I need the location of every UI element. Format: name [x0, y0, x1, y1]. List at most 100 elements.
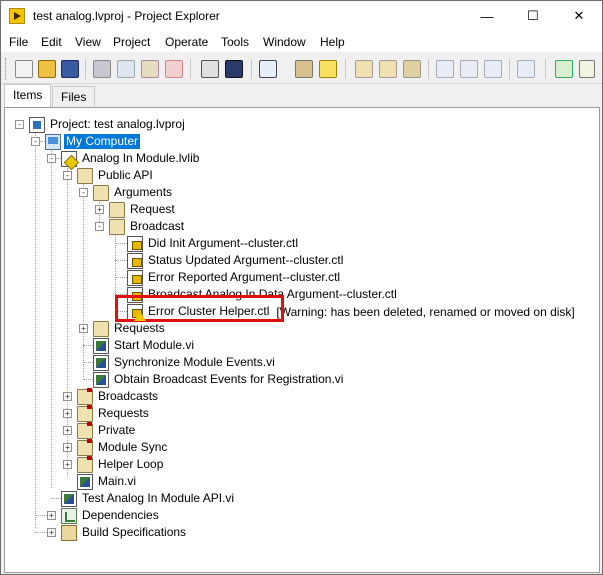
- folder-flag-icon: [77, 438, 93, 456]
- control-icon: [127, 235, 143, 252]
- expander-build-specs[interactable]: +: [47, 528, 56, 537]
- undo-icon[interactable]: [436, 60, 454, 78]
- delete-icon[interactable]: [165, 60, 183, 78]
- cut-icon[interactable]: [93, 60, 111, 78]
- menu-project[interactable]: Project: [113, 35, 150, 49]
- tree-item-status-updated[interactable]: Status Updated Argument--cluster.ctl: [127, 252, 345, 269]
- expander-requests-2[interactable]: +: [63, 409, 72, 418]
- expander-arguments[interactable]: -: [79, 188, 88, 197]
- tree-item-main-vi[interactable]: Main.vi: [77, 473, 138, 490]
- tree-line: [115, 243, 127, 244]
- tree-item-label: Error Reported Argument--cluster.ctl: [148, 270, 341, 284]
- menu-file[interactable]: File: [9, 35, 28, 49]
- menu-operate[interactable]: Operate: [165, 35, 208, 49]
- run-icon[interactable]: [555, 60, 573, 78]
- paste-icon[interactable]: [141, 60, 159, 78]
- tree-item-private[interactable]: Private: [77, 421, 137, 439]
- tree-item-public-api[interactable]: Public API: [77, 167, 155, 184]
- toolbar-grip[interactable]: [5, 58, 8, 80]
- menu-tools[interactable]: Tools: [221, 35, 249, 49]
- tree-item-my-computer[interactable]: My Computer: [45, 133, 141, 150]
- deploy-icon[interactable]: [225, 60, 243, 78]
- menu-view[interactable]: View: [75, 35, 101, 49]
- tree-item-project[interactable]: Project: test analog.lvproj: [29, 116, 187, 133]
- expander-broadcasts[interactable]: +: [63, 392, 72, 401]
- wrench-icon[interactable]: [295, 60, 313, 78]
- expand-icon[interactable]: [379, 60, 397, 78]
- tab-files[interactable]: Files: [52, 86, 95, 108]
- tree-item-label: Helper Loop: [98, 457, 164, 471]
- tree-item-synchronize[interactable]: Synchronize Module Events.vi: [93, 354, 277, 371]
- expander-broadcast[interactable]: -: [95, 222, 104, 231]
- build-icon[interactable]: [201, 60, 219, 78]
- tree-item-broadcast[interactable]: Broadcast: [109, 218, 186, 235]
- toolbar-separator: [190, 59, 191, 79]
- toolbar-separator: [509, 59, 510, 79]
- copy-icon[interactable]: [117, 60, 135, 78]
- tree-item-label: Requests: [98, 406, 149, 420]
- expander-requests[interactable]: +: [79, 324, 88, 333]
- warning-icon[interactable]: [319, 60, 337, 78]
- folder-icon: [93, 320, 109, 337]
- redo-icon[interactable]: [460, 60, 478, 78]
- tree-item-label: Synchronize Module Events.vi: [114, 355, 275, 369]
- step-icon[interactable]: [517, 60, 535, 78]
- expander-private[interactable]: +: [63, 426, 72, 435]
- add-icon[interactable]: [403, 60, 421, 78]
- expander-request[interactable]: +: [95, 205, 104, 214]
- expander-public-api[interactable]: -: [63, 171, 72, 180]
- maximize-button[interactable]: ☐: [510, 1, 556, 31]
- stop-icon[interactable]: [579, 60, 595, 78]
- tree-line: [51, 149, 52, 488]
- tree-item-label: Broadcast: [130, 219, 185, 233]
- tree-item-module-sync[interactable]: Module Sync: [77, 438, 169, 456]
- dropdown-icon[interactable]: [280, 60, 290, 78]
- tree-item-obtain-broadcast[interactable]: Obtain Broadcast Events for Registration…: [93, 371, 345, 388]
- open-icon[interactable]: [38, 60, 56, 78]
- tree-item-dependencies[interactable]: Dependencies: [61, 507, 161, 524]
- tab-items[interactable]: Items: [4, 84, 51, 108]
- expander-dependencies[interactable]: +: [47, 511, 56, 520]
- tree-item-label: Requests: [114, 321, 165, 335]
- tree-item-requests-2[interactable]: Requests: [77, 404, 151, 422]
- tree-line: [115, 277, 127, 278]
- expander-helper-loop[interactable]: +: [63, 460, 72, 469]
- minimize-button[interactable]: —: [464, 1, 510, 31]
- tree-item-helper-loop[interactable]: Helper Loop: [77, 455, 165, 473]
- save-all-icon[interactable]: [61, 60, 79, 78]
- new-icon[interactable]: [15, 60, 33, 78]
- menu-window[interactable]: Window: [263, 35, 306, 49]
- tree-item-label: Did Init Argument--cluster.ctl: [148, 236, 299, 250]
- expander-module-sync[interactable]: +: [63, 443, 72, 452]
- tree-item-label: Status Updated Argument--cluster.ctl: [148, 253, 344, 267]
- expander-lvlib[interactable]: -: [47, 154, 56, 163]
- menu-help[interactable]: Help: [320, 35, 345, 49]
- menu-bar: File Edit View Project Operate Tools Win…: [1, 31, 602, 53]
- tree-item-lvlib[interactable]: Analog In Module.lvlib: [61, 150, 201, 167]
- tree-item-did-init[interactable]: Did Init Argument--cluster.ctl: [127, 235, 300, 252]
- project-explorer-window: test analog.lvproj - Project Explorer — …: [0, 0, 603, 575]
- dependencies-icon: [61, 507, 77, 524]
- tree-item-start-module[interactable]: Start Module.vi: [93, 337, 196, 354]
- view-icon[interactable]: [259, 60, 277, 78]
- tree-item-build-specs[interactable]: Build Specifications: [61, 524, 188, 541]
- menu-edit[interactable]: Edit: [41, 35, 62, 49]
- vi-icon: [77, 473, 93, 490]
- tree-item-request[interactable]: Request: [109, 201, 177, 218]
- expander-my-computer[interactable]: -: [31, 137, 40, 146]
- expander-project[interactable]: -: [15, 120, 24, 129]
- close-button[interactable]: ✕: [556, 1, 602, 31]
- tree-item-requests[interactable]: Requests: [93, 320, 167, 337]
- tree-item-error-reported[interactable]: Error Reported Argument--cluster.ctl: [127, 269, 342, 286]
- tab-strip: Items Files: [1, 84, 602, 108]
- control-icon: [127, 252, 143, 269]
- library-icon: [61, 150, 77, 167]
- tree-item-arguments[interactable]: Arguments: [93, 184, 174, 201]
- labview-app-icon: [9, 8, 25, 24]
- vi-icon: [93, 371, 109, 388]
- tree-item-broadcasts[interactable]: Broadcasts: [77, 387, 160, 405]
- arrow-icon[interactable]: [484, 60, 502, 78]
- collapse-icon[interactable]: [355, 60, 373, 78]
- folder-flag-icon: [77, 387, 93, 405]
- tree-item-test-api[interactable]: Test Analog In Module API.vi: [61, 490, 236, 507]
